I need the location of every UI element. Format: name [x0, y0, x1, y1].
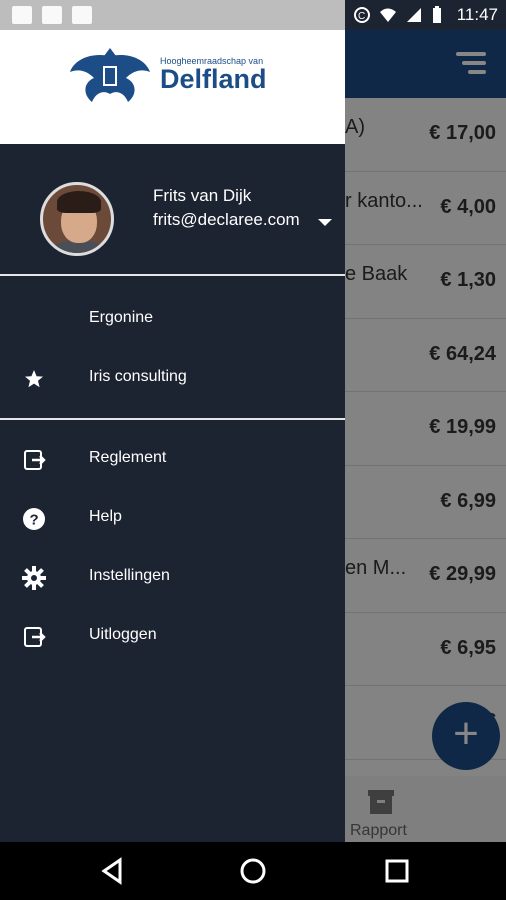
menu-label: Reglement	[89, 449, 167, 466]
account-header[interactable]: Frits van Dijk frits@declaree.com	[0, 144, 345, 276]
wifi-icon	[379, 6, 397, 24]
menu-item-uitloggen[interactable]: Uitloggen	[0, 607, 345, 666]
user-name: Frits van Dijk	[153, 186, 252, 205]
signal-icon	[405, 6, 423, 24]
account-label: Ergonine	[89, 309, 154, 326]
gear-icon	[22, 566, 46, 590]
svg-text:?: ?	[30, 512, 39, 529]
menu-label: Help	[89, 508, 122, 525]
delfland-logo: Hoogheemraadschap van Delfland	[70, 42, 280, 112]
chevron-down-icon[interactable]	[318, 219, 332, 226]
status-bar-right: C 11:47	[353, 0, 498, 30]
system-nav-bar	[0, 842, 506, 900]
data-saver-icon: C	[353, 6, 371, 24]
n-notification-icon	[72, 6, 92, 24]
navigation-drawer: Hoogheemraadschap van Delfland Frits van…	[0, 30, 345, 842]
logo-title: Delfland	[160, 64, 267, 94]
clock: 11:47	[456, 5, 498, 24]
battery-icon	[431, 6, 449, 24]
home-icon[interactable]	[238, 856, 268, 886]
account-label: Iris consulting	[89, 368, 187, 385]
account-item-ergonine[interactable]: Ergonine	[0, 290, 345, 349]
menu-label: Uitloggen	[89, 626, 157, 643]
logout-icon	[22, 625, 46, 649]
menu-item-reglement[interactable]: Reglement	[0, 430, 345, 489]
help-circle-icon: ?	[22, 507, 46, 531]
back-icon[interactable]	[98, 856, 128, 886]
exit-to-app-icon	[22, 448, 46, 472]
menu-item-help[interactable]: ? Help	[0, 489, 345, 548]
drawer-logo-area: Hoogheemraadschap van Delfland	[0, 30, 345, 144]
status-bar: C 11:47	[0, 0, 506, 30]
menu-item-instellingen[interactable]: Instellingen	[0, 548, 345, 607]
recents-icon[interactable]	[382, 856, 412, 886]
status-bar-left	[0, 0, 345, 30]
star-icon	[22, 367, 46, 391]
svg-text:C: C	[358, 11, 365, 22]
image-notification-icon	[42, 6, 62, 24]
user-email: frits@declaree.com	[153, 210, 300, 229]
account-item-iris-consulting[interactable]: Iris consulting	[0, 349, 345, 408]
gmail-notification-icon	[12, 6, 32, 24]
menu-label: Instellingen	[89, 567, 170, 584]
avatar	[40, 182, 114, 256]
